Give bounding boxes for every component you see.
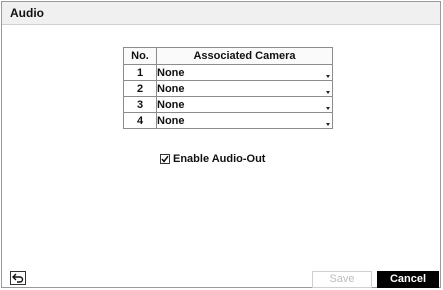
row-number: 4 (123, 112, 157, 129)
column-header-camera: Associated Camera (156, 47, 333, 65)
back-button[interactable] (10, 271, 26, 285)
camera-select-value: None (157, 114, 185, 127)
dialog-title: Audio (10, 6, 44, 20)
camera-select-4[interactable]: None (156, 112, 333, 129)
camera-association-table: No. Associated Camera 1 None 2 None 3 No… (123, 47, 333, 129)
camera-select-3[interactable]: None (156, 96, 333, 113)
save-button[interactable]: Save (312, 271, 372, 288)
checkmark-icon (161, 155, 169, 163)
row-number: 2 (123, 80, 157, 97)
camera-select-1[interactable]: None (156, 64, 333, 81)
title-bar: Audio (2, 2, 440, 25)
enable-audio-out-option[interactable]: Enable Audio-Out (160, 153, 265, 165)
enable-audio-out-checkbox[interactable] (160, 154, 170, 164)
camera-select-value: None (157, 98, 185, 111)
table-row: 1 None (123, 64, 333, 81)
camera-select-value: None (157, 82, 185, 95)
row-number: 3 (123, 96, 157, 113)
enable-audio-out-label: Enable Audio-Out (173, 153, 266, 165)
camera-select-value: None (157, 66, 185, 79)
dropdown-arrow-icon (326, 75, 330, 78)
column-header-no: No. (123, 47, 157, 65)
back-arrow-icon (12, 273, 24, 283)
cancel-button[interactable]: Cancel (377, 271, 439, 288)
dropdown-arrow-icon (326, 91, 330, 94)
table-header-row: No. Associated Camera (123, 47, 333, 65)
camera-select-2[interactable]: None (156, 80, 333, 97)
audio-dialog: Audio No. Associated Camera 1 None 2 Non… (1, 1, 441, 288)
table-row: 2 None (123, 80, 333, 97)
dropdown-arrow-icon (326, 107, 330, 110)
table-row: 3 None (123, 96, 333, 113)
row-number: 1 (123, 64, 157, 81)
table-row: 4 None (123, 112, 333, 129)
dropdown-arrow-icon (326, 123, 330, 126)
